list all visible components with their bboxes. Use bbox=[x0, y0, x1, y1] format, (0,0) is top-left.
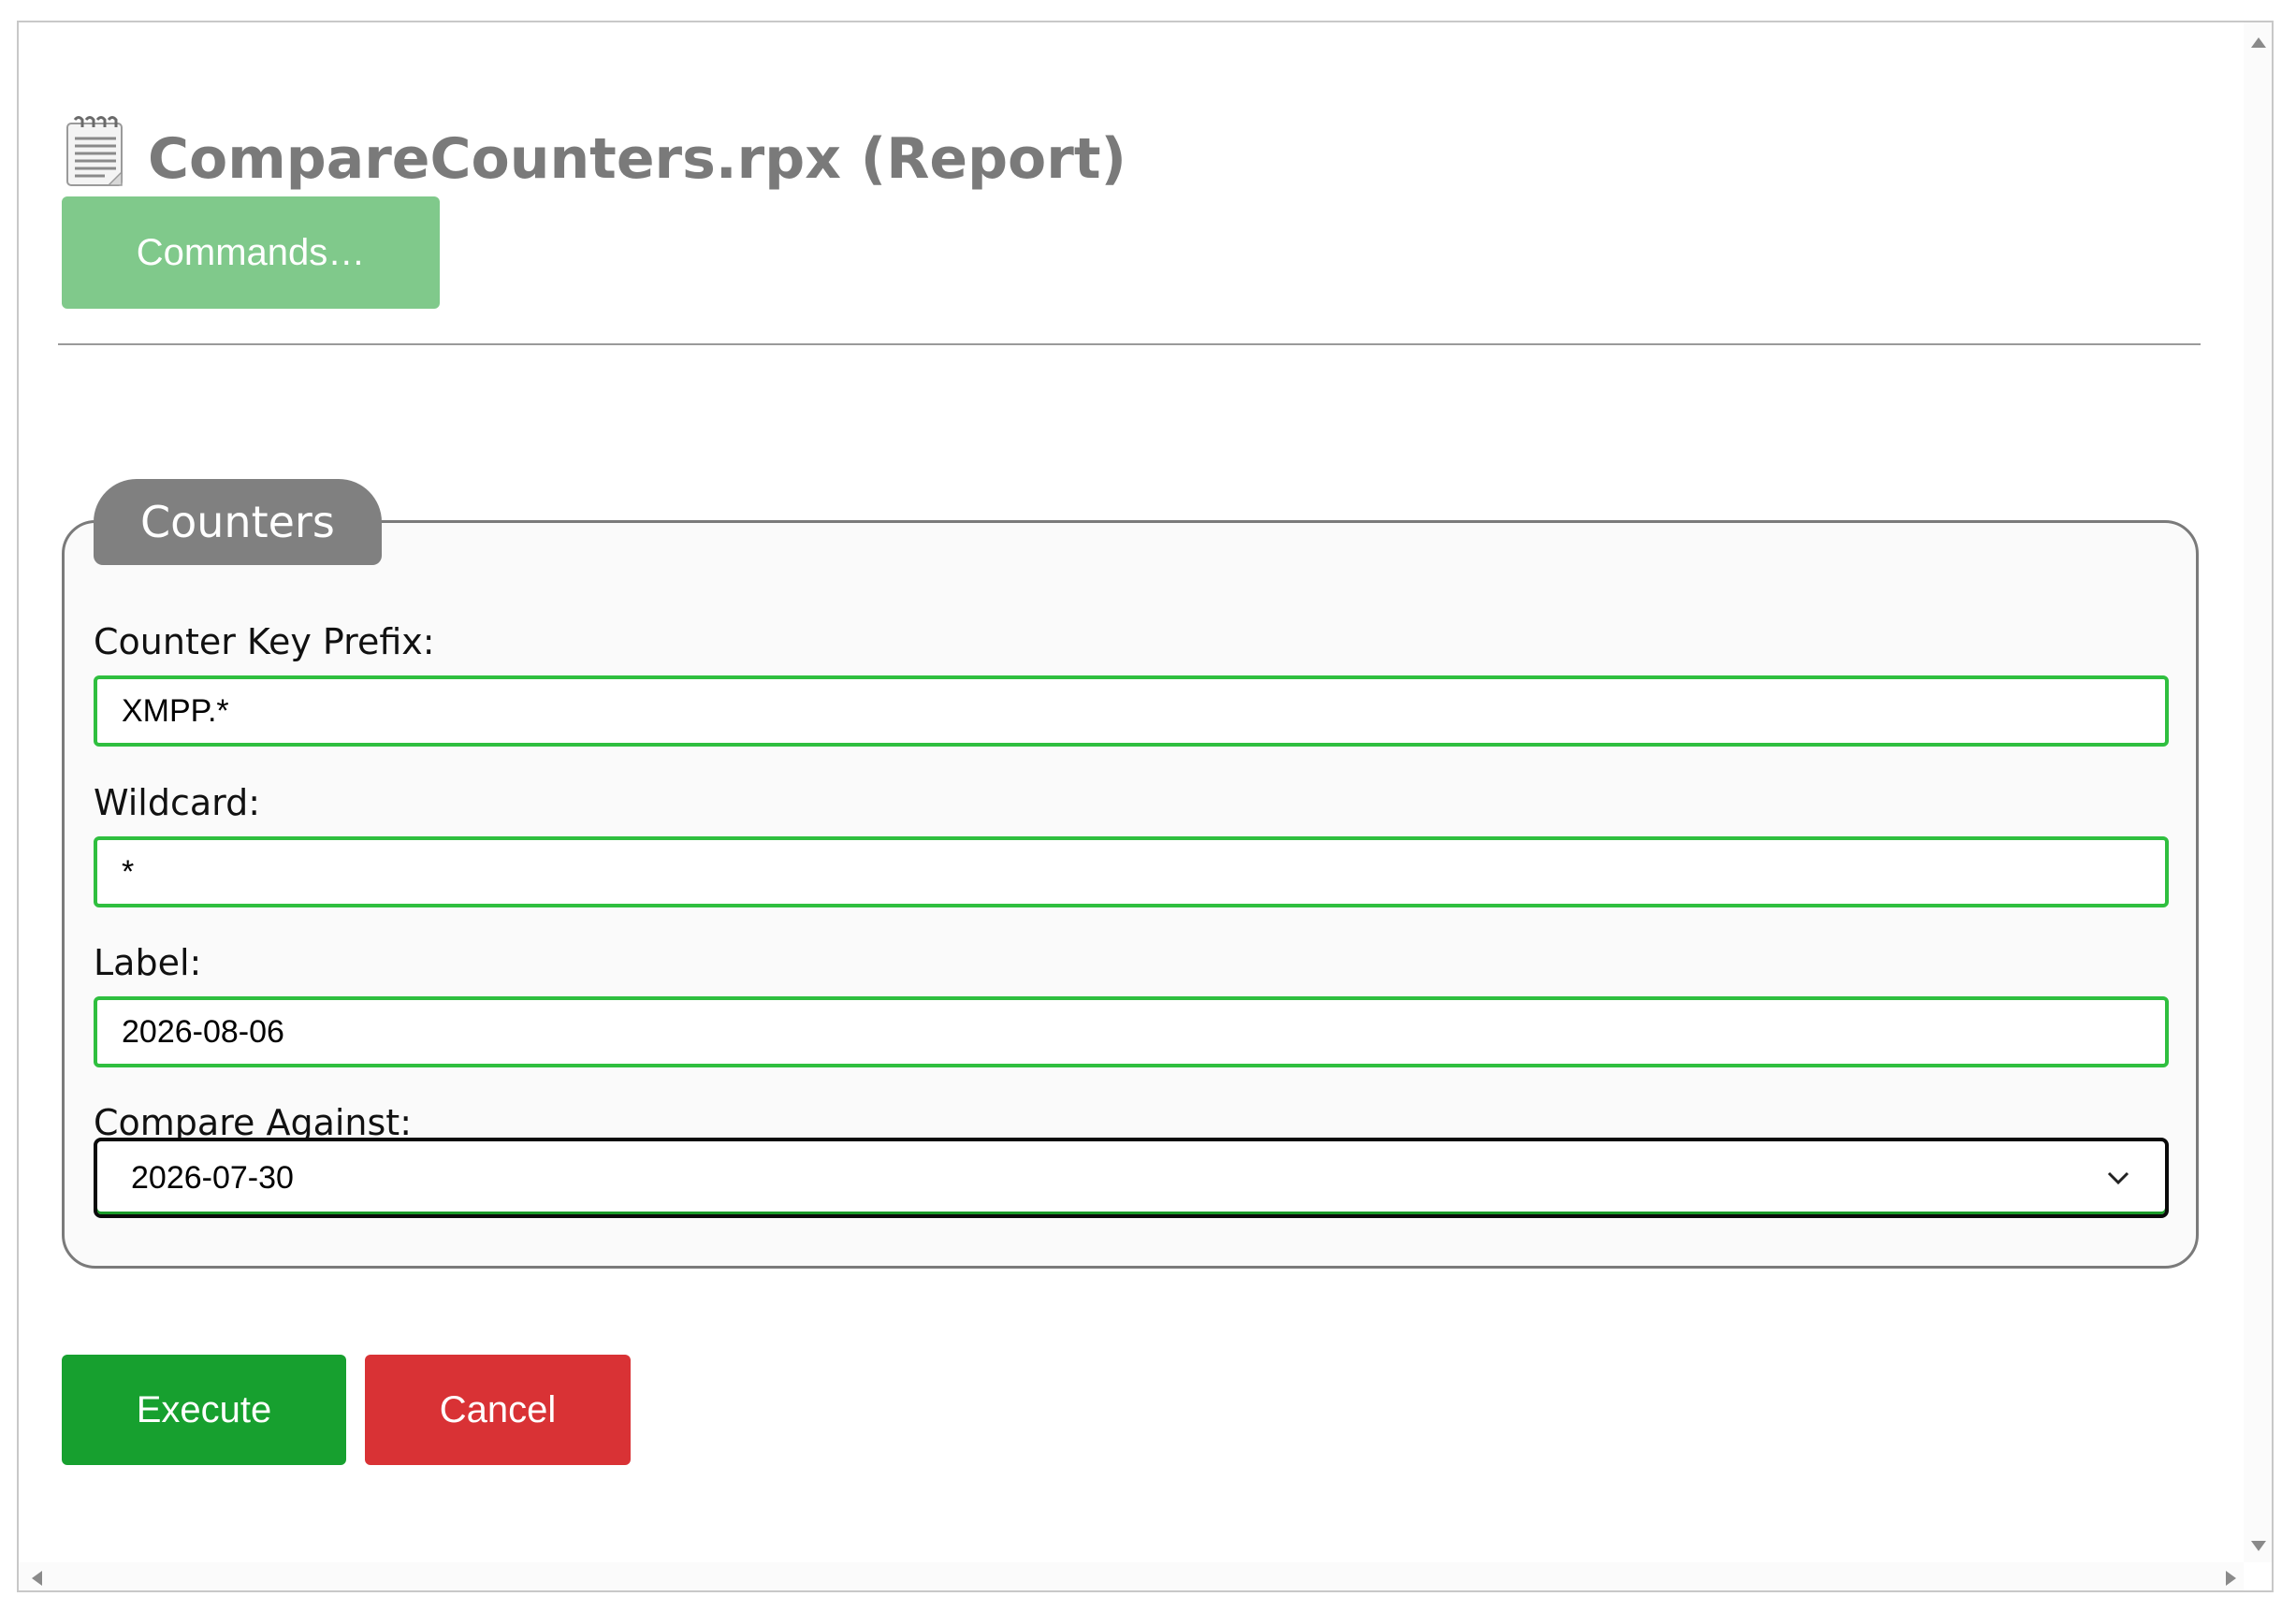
scroll-left-icon[interactable] bbox=[32, 1571, 42, 1586]
scroll-up-icon[interactable] bbox=[2251, 37, 2266, 48]
counters-legend: Counters bbox=[94, 479, 382, 565]
page-title: CompareCounters.rpx (Report) bbox=[148, 126, 1126, 192]
label-input[interactable] bbox=[94, 996, 2169, 1067]
commands-button[interactable]: Commands… bbox=[62, 196, 440, 309]
wildcard-label: Wildcard: bbox=[94, 782, 261, 823]
counter-key-prefix-input[interactable] bbox=[94, 675, 2169, 747]
scroll-right-icon[interactable] bbox=[2226, 1571, 2236, 1586]
wildcard-input[interactable] bbox=[94, 836, 2169, 907]
report-window: CompareCounters.rpx (Report) Commands… C… bbox=[17, 21, 2274, 1592]
notepad-icon bbox=[62, 114, 129, 189]
page-header: CompareCounters.rpx (Report) bbox=[62, 105, 1126, 189]
compare-against-value: 2026-07-30 bbox=[131, 1159, 294, 1196]
compare-against-select[interactable]: 2026-07-30 bbox=[94, 1138, 2169, 1218]
chevron-down-icon bbox=[2105, 1168, 2131, 1187]
report-content: CompareCounters.rpx (Report) Commands… C… bbox=[19, 22, 2244, 1562]
execute-button[interactable]: Execute bbox=[62, 1355, 346, 1465]
scroll-down-icon[interactable] bbox=[2251, 1541, 2266, 1551]
label-label: Label: bbox=[94, 942, 202, 983]
header-divider bbox=[58, 343, 2201, 345]
horizontal-scrollbar[interactable] bbox=[19, 1562, 2244, 1590]
vertical-scrollbar[interactable] bbox=[2244, 22, 2272, 1562]
cancel-button[interactable]: Cancel bbox=[365, 1355, 631, 1465]
counter-key-prefix-label: Counter Key Prefix: bbox=[94, 621, 435, 662]
